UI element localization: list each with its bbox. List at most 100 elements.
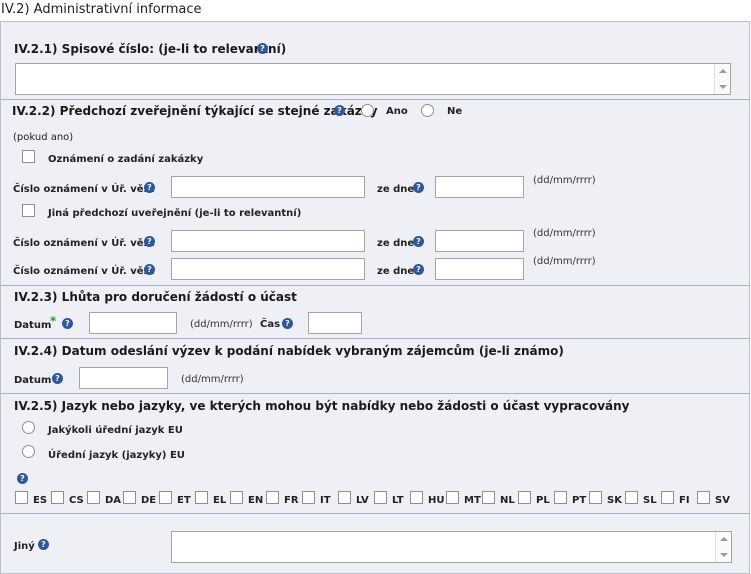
date-from-label: ze dne xyxy=(377,238,415,249)
language-code-label: SV xyxy=(715,495,730,506)
language-checkbox-nl[interactable] xyxy=(482,491,495,504)
language-checkbox-pl[interactable] xyxy=(518,491,531,504)
notice-date-input-3[interactable] xyxy=(435,258,524,280)
help-icon[interactable] xyxy=(38,539,49,550)
language-checkbox-de[interactable] xyxy=(123,491,136,504)
language-code-label: MT xyxy=(464,495,481,506)
other-publication-label: Jiná předchozí uveřejnění (je-li to rele… xyxy=(48,208,302,219)
language-code-label: NL xyxy=(500,495,515,506)
section-divider xyxy=(1,393,750,394)
invitation-date-input[interactable] xyxy=(79,367,168,389)
help-icon[interactable] xyxy=(17,473,28,484)
help-icon[interactable] xyxy=(62,318,73,329)
help-icon[interactable] xyxy=(334,105,345,116)
notice-number-label: Číslo oznámení v Úř. věst xyxy=(13,184,155,195)
language-code-label: FI xyxy=(679,495,690,506)
textarea-scrollbar[interactable] xyxy=(715,532,731,562)
language-code-label: ET xyxy=(177,495,191,506)
award-notice-label: Oznámení o zadání zakázky xyxy=(48,154,204,165)
scroll-down-icon[interactable] xyxy=(720,553,728,557)
language-checkbox-it[interactable] xyxy=(302,491,315,504)
language-code-label: SK xyxy=(607,495,622,506)
language-checkbox-sv[interactable] xyxy=(697,491,710,504)
s3-title: IV.2.3) Lhůta pro doručení žádostí o úča… xyxy=(14,290,297,304)
help-icon[interactable] xyxy=(282,318,293,329)
notice-number-input-3[interactable] xyxy=(171,258,365,280)
language-checkbox-mt[interactable] xyxy=(446,491,459,504)
other-language-label: Jiný xyxy=(14,541,35,552)
help-icon[interactable] xyxy=(413,182,424,193)
language-checkbox-et[interactable] xyxy=(159,491,172,504)
scroll-up-icon[interactable] xyxy=(719,69,727,73)
language-code-label: CS xyxy=(69,495,84,506)
official-eu-languages-radio[interactable] xyxy=(22,445,35,458)
language-code-label: SL xyxy=(643,495,657,506)
radio-no-label: Ne xyxy=(447,106,463,117)
help-icon[interactable] xyxy=(144,236,155,247)
s5-title: IV.2.5) Jazyk nebo jazyky, ve kterých mo… xyxy=(14,399,630,413)
date-from-label: ze dne xyxy=(377,266,415,277)
time-label: Čas xyxy=(260,319,281,330)
date-from-label: ze dne xyxy=(377,184,415,195)
file-number-textarea[interactable] xyxy=(15,63,731,95)
language-code-label: IT xyxy=(320,495,331,506)
date-format-hint: (dd/mm/rrrr) xyxy=(533,228,596,239)
section-header-title: IV.2) Administrativní informace xyxy=(1,2,202,17)
help-icon[interactable] xyxy=(144,182,155,193)
section-divider xyxy=(1,338,750,339)
previous-publication-yes-radio[interactable] xyxy=(361,104,374,117)
award-notice-checkbox[interactable] xyxy=(22,150,35,163)
language-code-label: DE xyxy=(141,495,157,506)
date-format-hint: (dd/mm/rrrr) xyxy=(190,319,253,330)
if-yes-note: (pokud ano) xyxy=(13,132,74,143)
language-checkbox-da[interactable] xyxy=(87,491,100,504)
language-code-label: HU xyxy=(428,495,445,506)
language-checkbox-lv[interactable] xyxy=(338,491,351,504)
language-checkbox-en[interactable] xyxy=(230,491,243,504)
language-code-label: EN xyxy=(248,495,264,506)
language-code-label: DA xyxy=(105,495,122,506)
language-checkbox-el[interactable] xyxy=(195,491,208,504)
language-checkbox-lt[interactable] xyxy=(374,491,387,504)
invitation-date-label: Datum xyxy=(14,375,52,386)
language-checkbox-hu[interactable] xyxy=(410,491,423,504)
help-icon[interactable] xyxy=(413,264,424,275)
language-checkbox-fr[interactable] xyxy=(266,491,279,504)
notice-number-label: Číslo oznámení v Úř. věst xyxy=(13,238,155,249)
language-code-label: PT xyxy=(572,495,587,506)
scroll-up-icon[interactable] xyxy=(720,537,728,541)
help-icon[interactable] xyxy=(144,264,155,275)
help-icon[interactable] xyxy=(257,43,268,54)
language-code-label: EL xyxy=(213,495,227,506)
previous-publication-no-radio[interactable] xyxy=(421,104,434,117)
other-publication-checkbox[interactable] xyxy=(22,204,35,217)
notice-date-input-1[interactable] xyxy=(435,176,524,198)
language-checkbox-sk[interactable] xyxy=(589,491,602,504)
notice-number-input-1[interactable] xyxy=(171,176,365,198)
language-code-label: LT xyxy=(392,495,404,506)
required-asterisk: * xyxy=(50,314,57,328)
language-checkbox-cs[interactable] xyxy=(51,491,64,504)
help-icon[interactable] xyxy=(52,373,63,384)
date-format-hint: (dd/mm/rrrr) xyxy=(181,374,244,385)
language-checkbox-sl[interactable] xyxy=(625,491,638,504)
language-checkbox-es[interactable] xyxy=(15,491,28,504)
notice-date-input-2[interactable] xyxy=(435,230,524,252)
other-language-textarea[interactable] xyxy=(171,531,732,563)
section-divider xyxy=(1,99,750,100)
scroll-down-icon[interactable] xyxy=(719,85,727,89)
textarea-scrollbar[interactable] xyxy=(714,64,730,94)
s2-title: IV.2.2) Předchozí zveřejnění týkající se… xyxy=(12,104,378,118)
language-checkbox-fi[interactable] xyxy=(661,491,674,504)
help-icon[interactable] xyxy=(413,236,424,247)
language-checkbox-row: ES CS DA DE ET EL EN FR IT LV LT HU MT NL PL PT SK SL FI SV xyxy=(15,491,745,509)
language-code-label: LV xyxy=(356,495,369,506)
any-eu-language-radio[interactable] xyxy=(22,421,35,434)
language-checkbox-pt[interactable] xyxy=(554,491,567,504)
deadline-time-input[interactable] xyxy=(308,312,362,334)
date-format-hint: (dd/mm/rrrr) xyxy=(533,175,596,186)
deadline-date-input[interactable] xyxy=(89,312,177,334)
notice-number-input-2[interactable] xyxy=(171,230,365,252)
section-divider xyxy=(1,513,750,514)
page: IV.2) Administrativní informace IV.2.1) … xyxy=(0,0,751,574)
